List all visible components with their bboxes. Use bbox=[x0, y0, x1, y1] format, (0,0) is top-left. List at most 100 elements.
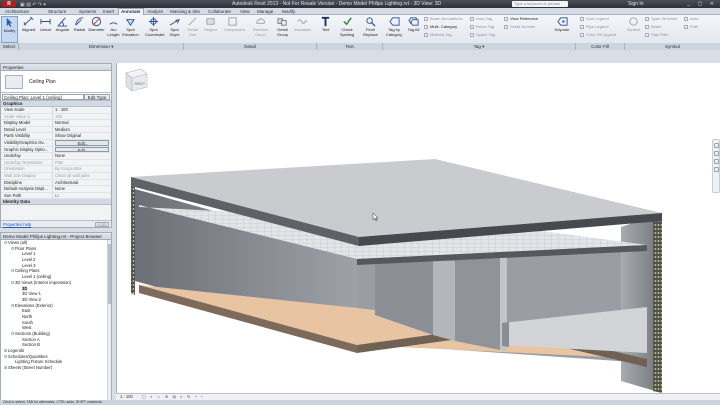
property-row[interactable]: Underlay None bbox=[1, 153, 111, 160]
property-value[interactable]: Architectural bbox=[53, 180, 111, 186]
region-button[interactable]: Region bbox=[202, 16, 219, 43]
aligned-dimension-icon bbox=[23, 16, 34, 26]
property-value[interactable]: None bbox=[53, 153, 111, 159]
find-replace-button[interactable]: Find/ Replace bbox=[362, 16, 379, 43]
property-row[interactable]: Graphic Display Optio... Edit... bbox=[1, 146, 111, 154]
navigation-bar[interactable] bbox=[712, 139, 720, 193]
radial-dimension-button[interactable]: Radial bbox=[71, 16, 88, 43]
spot-elevation-button[interactable]: Spot Elevation bbox=[122, 16, 139, 43]
arc-length-dimension-button[interactable]: Arc Length bbox=[105, 16, 122, 43]
panel-detail[interactable]: Detail bbox=[184, 43, 317, 50]
property-row[interactable]: Wall Join Display Clean all wall joins bbox=[1, 172, 111, 180]
property-row[interactable]: Parts Visibility Show Original bbox=[1, 133, 111, 140]
edit-type-button[interactable]: Edit Type bbox=[84, 94, 110, 100]
property-value[interactable]: ☐ bbox=[53, 193, 111, 199]
detail-number-button[interactable]: Detail Number bbox=[504, 24, 536, 30]
instance-filter-dropdown[interactable]: Ceiling Plan: Level 1 (ceiling) bbox=[2, 94, 84, 100]
window-controls[interactable]: _ ▢ ✕ bbox=[688, 0, 717, 8]
view-reference-button[interactable]: View Reference bbox=[504, 16, 538, 22]
property-value[interactable]: Show Original bbox=[53, 133, 111, 139]
3d-viewport[interactable]: RIGHT bbox=[116, 63, 720, 393]
property-value[interactable]: None bbox=[53, 186, 111, 192]
span-direction-button[interactable]: Span Direction bbox=[645, 16, 677, 22]
sign-in-link[interactable]: Sign In bbox=[628, 0, 644, 8]
panel-symbol[interactable]: Symbol bbox=[625, 43, 720, 50]
room-tag-button[interactable]: Room Tag bbox=[470, 24, 494, 30]
keynote-button[interactable]: Keynote bbox=[552, 16, 572, 43]
check-spelling-button[interactable]: Check Spelling bbox=[336, 16, 358, 43]
property-row[interactable]: Display Model Normal bbox=[1, 120, 111, 127]
property-row[interactable]: Detail Level Medium bbox=[1, 126, 111, 134]
symbol-button[interactable]: Symbol bbox=[625, 16, 642, 43]
detail-line-button[interactable]: Detail Line bbox=[184, 16, 201, 43]
spot-coordinate-button[interactable]: Spot Coordinate bbox=[145, 16, 165, 43]
angular-dimension-button[interactable]: Angular bbox=[54, 16, 71, 43]
stair-path-button[interactable]: Stair Path bbox=[645, 32, 669, 38]
browser-scrollbar[interactable] bbox=[107, 240, 111, 404]
property-value[interactable]: Plan bbox=[53, 160, 111, 166]
property-row[interactable]: Scale Value 1: 100 bbox=[1, 113, 111, 121]
viewcube[interactable]: RIGHT bbox=[117, 63, 151, 97]
area-tag-button[interactable]: Area Tag bbox=[470, 16, 492, 22]
property-value[interactable]: Normal bbox=[53, 120, 111, 126]
beam-annotations-button[interactable]: Beam Annotations bbox=[424, 16, 462, 22]
modify-button[interactable]: Modify bbox=[1, 16, 18, 43]
property-value[interactable]: By Scope Box bbox=[53, 166, 111, 172]
scrollbar-thumb[interactable] bbox=[108, 244, 111, 304]
component-button[interactable]: Component bbox=[224, 16, 245, 43]
property-row[interactable]: Visibility/Graphics Ov... Edit... bbox=[1, 139, 111, 147]
beam-button[interactable]: Beam bbox=[645, 24, 661, 30]
steering-wheel-icon[interactable] bbox=[713, 143, 719, 148]
duct-legend-button[interactable]: Duct Legend bbox=[580, 16, 609, 22]
insulation-button[interactable]: Insulation bbox=[294, 16, 311, 43]
material-tag-button[interactable]: Material Tag bbox=[424, 32, 452, 38]
multi-category-icon bbox=[424, 24, 428, 29]
space-tag-button[interactable]: Space Tag bbox=[470, 32, 495, 38]
panel-select[interactable]: Select bbox=[0, 43, 19, 50]
orbit-icon[interactable] bbox=[713, 159, 719, 164]
beam-annotations-icon bbox=[424, 16, 428, 21]
text-button[interactable]: Text bbox=[317, 16, 334, 43]
property-row[interactable]: Sun Path ☐ bbox=[1, 192, 111, 200]
browser-node[interactable]: ⊞Sheets (Street Number) bbox=[1, 365, 111, 371]
path-button[interactable]: Path bbox=[684, 24, 698, 30]
revision-cloud-button[interactable]: Revision Cloud bbox=[252, 16, 269, 43]
panel-tag[interactable]: Tag ▾ bbox=[383, 43, 576, 50]
apply-button[interactable]: Apply bbox=[95, 222, 109, 227]
detail-group-button[interactable]: Detail Group bbox=[274, 16, 291, 43]
area-button[interactable]: Area bbox=[684, 16, 698, 22]
tab-annotate[interactable]: Annotate bbox=[118, 8, 144, 15]
multi-category-button[interactable]: Multi- Category bbox=[424, 24, 457, 30]
tag-by-category-button[interactable]: Tag by Category bbox=[383, 16, 405, 43]
properties-help-link[interactable]: Properties help bbox=[3, 221, 31, 228]
type-selector[interactable]: Ceiling Plan bbox=[1, 71, 111, 93]
search-input[interactable]: Type a keyword or phrase bbox=[512, 1, 568, 7]
property-row[interactable]: View Scale 1 : 100 bbox=[1, 107, 111, 114]
panel-text[interactable]: Text bbox=[317, 43, 383, 50]
building-section-model[interactable] bbox=[117, 63, 720, 393]
property-edit-button[interactable]: Edit... bbox=[55, 146, 109, 153]
color-fill-legend-button[interactable]: Color Fill Legend bbox=[580, 32, 616, 38]
property-row[interactable]: Orientation By Scope Box bbox=[1, 166, 111, 173]
panel-color-fill[interactable]: Color Fill bbox=[576, 43, 625, 50]
diameter-dimension-button[interactable]: Diameter bbox=[88, 16, 105, 43]
viewcube-face-label[interactable]: RIGHT bbox=[135, 82, 146, 86]
property-row[interactable]: Default Analysis Displ... None bbox=[1, 186, 111, 193]
pipe-legend-button[interactable]: Pipe Legend bbox=[580, 24, 608, 30]
pan-icon[interactable] bbox=[713, 167, 719, 172]
property-edit-button[interactable]: Edit... bbox=[55, 139, 109, 146]
panel-dimension[interactable]: Dimension ▾ bbox=[19, 43, 184, 50]
tag-all-button[interactable]: Tag All bbox=[405, 16, 422, 43]
property-value[interactable]: Medium bbox=[53, 127, 111, 133]
property-row[interactable]: Underlay Orientation Plan bbox=[1, 159, 111, 167]
property-value[interactable]: Clean all wall joins bbox=[53, 173, 111, 179]
aligned-dimension-button[interactable]: Aligned bbox=[20, 16, 37, 43]
linear-dimension-button[interactable]: Linear bbox=[37, 16, 54, 43]
property-row[interactable]: Discipline Architectural bbox=[1, 179, 111, 187]
identity-data-group-header[interactable]: Identity Data bbox=[1, 199, 111, 206]
property-value[interactable]: 100 bbox=[53, 114, 111, 120]
application-menu-button[interactable]: R bbox=[2, 1, 16, 7]
zoom-icon[interactable] bbox=[713, 151, 719, 156]
spot-slope-button[interactable]: Spot Slope bbox=[166, 16, 183, 43]
property-value[interactable]: 1 : 100 bbox=[53, 107, 111, 113]
